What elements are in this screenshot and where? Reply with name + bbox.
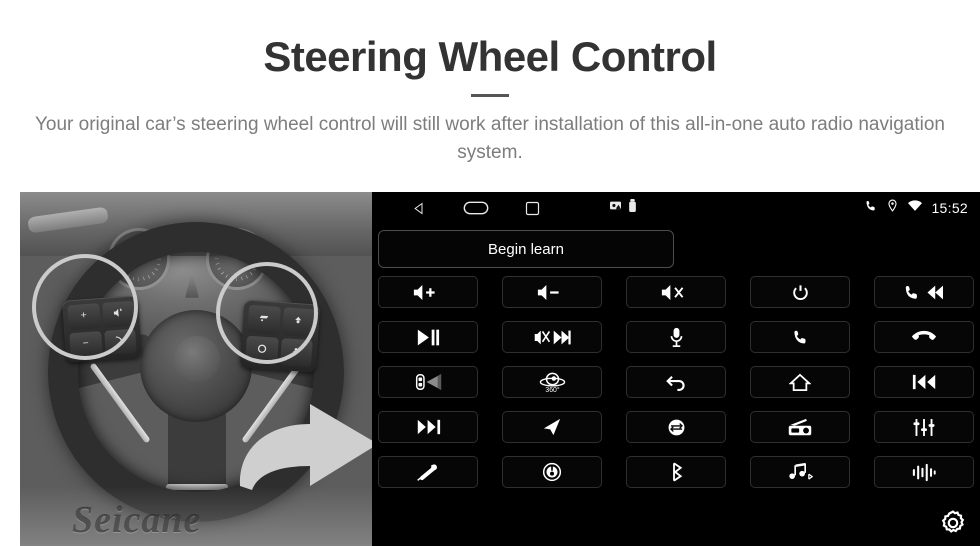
header: Steering Wheel Control Your original car… — [0, 0, 980, 167]
btn-next-track[interactable] — [378, 411, 478, 443]
btn-home[interactable] — [750, 366, 850, 398]
status-bar-right: 15:52 — [864, 192, 968, 224]
steering-wheel-photo: + − Seicane — [20, 192, 372, 546]
btn-play-pause[interactable] — [378, 321, 478, 353]
pointer-arrow — [234, 390, 372, 494]
btn-parking-radar[interactable] — [378, 366, 478, 398]
content-split: + − Seicane 15:52 Begin learn 360° — [20, 192, 980, 546]
phone-icon — [864, 199, 878, 218]
btn-microphone[interactable] — [626, 321, 726, 353]
watermark: Seicane — [72, 499, 202, 541]
btn-previous-track[interactable] — [874, 366, 974, 398]
btn-navigation[interactable] — [502, 411, 602, 443]
highlight-circle-left-controls — [32, 254, 138, 360]
status-bar: 15:52 — [372, 192, 980, 224]
back-icon[interactable] — [412, 201, 427, 216]
head-unit-screen: 15:52 Begin learn 360° — [372, 192, 980, 546]
swc-key-grid: 360° — [378, 276, 974, 488]
usb-icon — [627, 199, 638, 217]
page-root: Steering Wheel Control Your original car… — [0, 0, 980, 546]
btn-volume-up[interactable] — [378, 276, 478, 308]
wifi-icon — [907, 199, 923, 217]
settings-gear-button[interactable] — [936, 506, 970, 540]
btn-volume-mute[interactable] — [626, 276, 726, 308]
btn-mode[interactable] — [626, 411, 726, 443]
screenshot-icon — [610, 199, 621, 217]
begin-learn-label: Begin learn — [488, 240, 564, 258]
page-subtitle: Your original car’s steering wheel contr… — [34, 114, 945, 163]
btn-volume-down[interactable] — [502, 276, 602, 308]
btn-phone-prev[interactable] — [874, 276, 974, 308]
btn-equalizer[interactable] — [874, 411, 974, 443]
status-clock: 15:52 — [931, 200, 968, 216]
btn-radio[interactable] — [750, 411, 850, 443]
btn-phone-hangup[interactable] — [874, 321, 974, 353]
home-icon[interactable] — [463, 201, 489, 215]
highlight-circle-right-controls — [216, 262, 318, 364]
btn-camera-360[interactable]: 360° — [502, 366, 602, 398]
begin-learn-button[interactable]: Begin learn — [378, 230, 674, 268]
btn-mute-next[interactable] — [502, 321, 602, 353]
btn-phone-answer[interactable] — [750, 321, 850, 353]
location-icon — [886, 199, 899, 217]
status-tray — [610, 199, 638, 217]
btn-mic-off[interactable] — [378, 456, 478, 488]
navigation-keys — [412, 201, 540, 216]
btn-bluetooth-music[interactable] — [750, 456, 850, 488]
btn-dial-knob[interactable] — [502, 456, 602, 488]
btn-back[interactable] — [626, 366, 726, 398]
recents-icon[interactable] — [525, 201, 540, 216]
page-title: Steering Wheel Control — [263, 33, 717, 80]
svg-text:360°: 360° — [545, 385, 559, 393]
btn-bluetooth[interactable] — [626, 456, 726, 488]
btn-power[interactable] — [750, 276, 850, 308]
btn-voice-assistant[interactable] — [874, 456, 974, 488]
title-divider — [471, 94, 509, 97]
